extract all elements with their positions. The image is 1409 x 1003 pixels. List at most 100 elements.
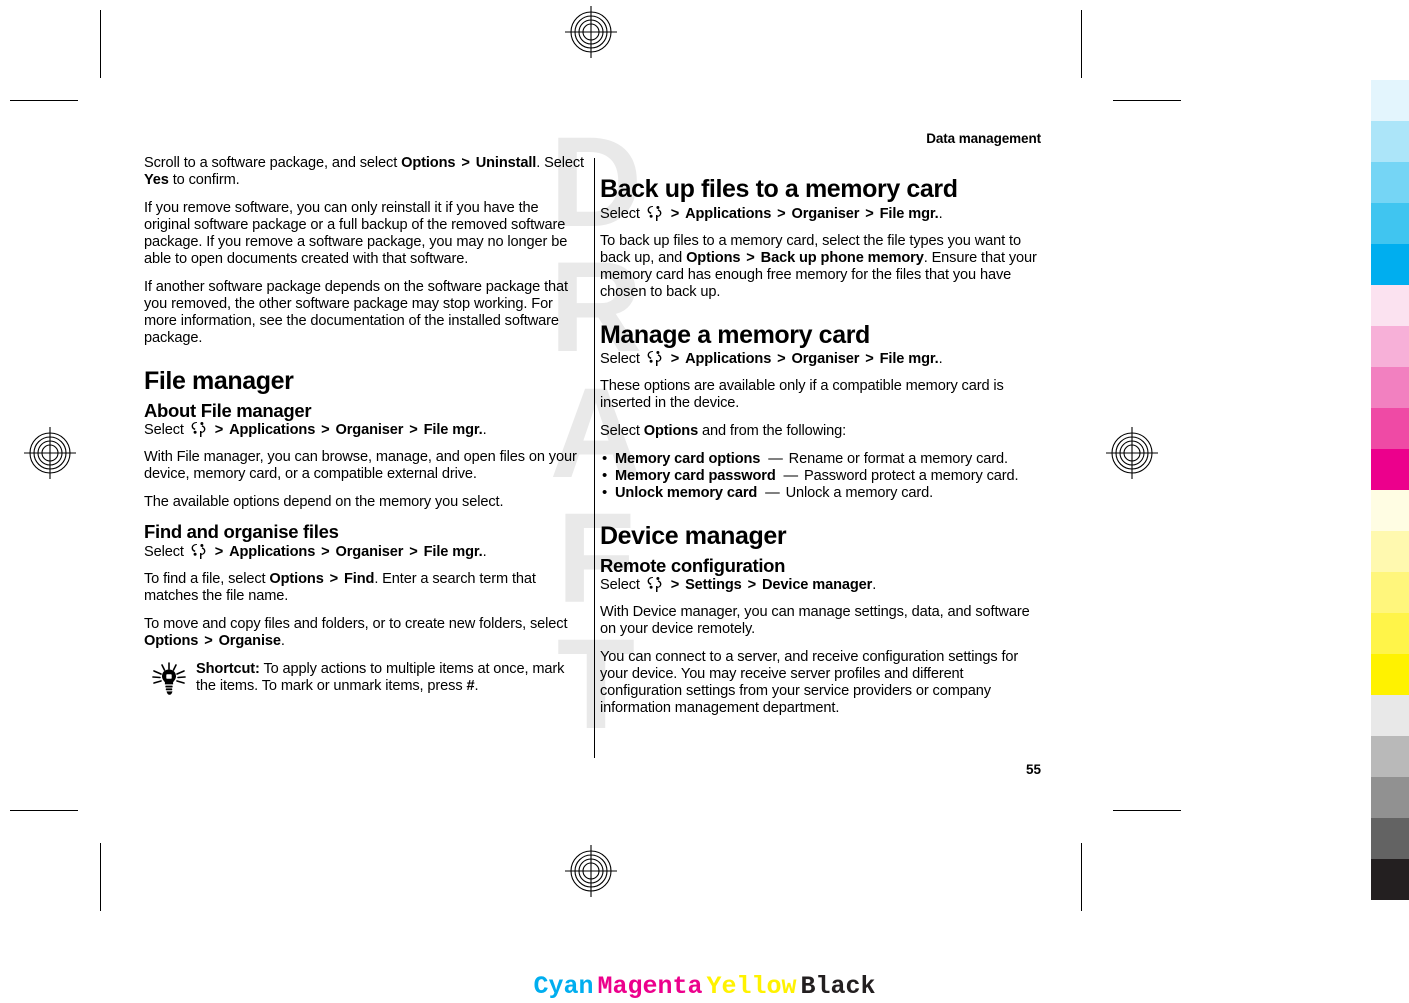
menu-path-suffix: . — [482, 422, 487, 439]
body-text: With File manager, you can browse, manag… — [144, 449, 577, 483]
tip-label: Shortcut: — [196, 660, 260, 677]
path-separator: > — [210, 543, 228, 560]
body-text: You can connect to a server, and receive… — [600, 649, 1019, 717]
menu-path-item: Organiser — [791, 205, 860, 222]
menu-key-icon — [191, 543, 206, 559]
menu-key-icon — [647, 205, 662, 221]
path-separator: > — [743, 577, 760, 594]
body-text: Scroll to a software package, and select — [144, 155, 402, 171]
emphasis-text: Uninstall — [475, 155, 537, 171]
path-separator: > — [317, 543, 334, 560]
menu-path-prefix: Select — [600, 351, 644, 367]
menu-path-item: File mgr. — [423, 543, 483, 560]
em-dash: — — [764, 451, 787, 467]
list-item: Memory card options — Rename or format a… — [600, 450, 1041, 468]
paragraph: Scroll to a software package, and select… — [144, 155, 585, 189]
paragraph: These options are available only if a co… — [600, 378, 1041, 412]
emphasis-text: Options — [401, 155, 456, 171]
path-separator: > — [666, 351, 684, 367]
menu-path-suffix: . — [938, 351, 943, 367]
section-heading: Back up files to a memory card — [600, 175, 958, 203]
emphasis-text: Find — [343, 570, 375, 587]
emphasis-text: Options — [144, 632, 199, 649]
body-text: . — [474, 677, 479, 694]
menu-path-item: Applications — [229, 422, 316, 439]
path-separator: > — [405, 543, 422, 560]
list-item: Memory card password — Password protect … — [600, 467, 1041, 485]
paragraph: To move and copy files and folders, or t… — [144, 616, 585, 650]
path-separator: > — [200, 632, 217, 649]
menu-path-item: Device manager — [761, 577, 873, 594]
column-divider-rule — [594, 158, 596, 758]
path-separator: > — [317, 422, 334, 439]
option-name: Unlock memory card — [615, 485, 758, 501]
emphasis-text: Back up phone memory — [760, 249, 924, 266]
path-separator: > — [666, 205, 684, 222]
page-number: 55 — [1025, 762, 1041, 777]
menu-key-icon — [647, 577, 662, 593]
menu-path-item: Applications — [685, 351, 772, 367]
paragraph: Select Options and from the following: — [600, 423, 1041, 440]
option-description: Password protect a memory card. — [803, 468, 1019, 484]
path-separator: > — [861, 205, 878, 222]
body-text: to confirm. — [168, 172, 240, 188]
emphasis-text: Options — [269, 570, 324, 587]
em-dash: — — [761, 485, 784, 501]
menu-path: Select > Applications > Organiser > File… — [144, 543, 585, 561]
list-item: Unlock memory card — Unlock a memory car… — [600, 484, 1041, 502]
path-separator: > — [773, 205, 790, 222]
paragraph: With Device manager, you can manage sett… — [600, 604, 1041, 638]
menu-path-prefix: Select — [600, 205, 644, 222]
em-dash: — — [779, 468, 802, 484]
body-text: To find a file, select — [144, 570, 270, 587]
body-text: With Device manager, you can manage sett… — [600, 604, 1030, 638]
menu-path-suffix: . — [938, 205, 943, 222]
section-heading: File manager — [144, 367, 294, 395]
left-text-column: Scroll to a software package, and select… — [144, 155, 585, 706]
menu-path-prefix: Select — [144, 422, 188, 439]
body-text: These options are available only if a co… — [600, 378, 1004, 411]
shortcut-tip: Shortcut: To apply actions to multiple i… — [144, 661, 585, 695]
menu-path-prefix: Select — [144, 543, 188, 560]
body-text: If you remove software, you can only rei… — [144, 200, 568, 267]
subsection-heading: Find and organise files — [144, 521, 339, 543]
menu-path-item: Applications — [229, 543, 316, 560]
body-text: Select — [600, 423, 644, 439]
path-separator: > — [861, 351, 878, 367]
menu-path: Select > Applications > Organiser > File… — [600, 351, 1041, 368]
body-text: . — [280, 632, 285, 649]
paragraph: To back up files to a memory card, selec… — [600, 233, 1041, 301]
menu-key-icon — [191, 422, 206, 438]
menu-path-item: File mgr. — [879, 351, 939, 367]
path-separator: > — [210, 422, 228, 439]
paragraph: With File manager, you can browse, manag… — [144, 449, 585, 483]
body-text: To move and copy files and folders, or t… — [144, 615, 568, 632]
paragraph: If you remove software, you can only rei… — [144, 200, 585, 268]
option-description: Unlock a memory card. — [785, 485, 934, 501]
body-text: If another software package depends on t… — [144, 279, 568, 346]
menu-path-item: Organiser — [335, 422, 404, 439]
paragraph: To find a file, select Options > Find. E… — [144, 571, 585, 605]
emphasis-text: Yes — [144, 172, 169, 188]
menu-path-suffix: . — [872, 577, 877, 594]
body-text: and from the following: — [698, 423, 847, 439]
path-separator: > — [742, 249, 759, 266]
path-separator: > — [666, 577, 684, 594]
path-separator: > — [773, 351, 790, 367]
option-name: Memory card password — [615, 468, 776, 484]
menu-path: Select > Settings > Device manager. — [600, 577, 1041, 594]
menu-path-item: File mgr. — [879, 205, 939, 222]
menu-path-prefix: Select — [600, 577, 644, 594]
path-separator: > — [457, 155, 474, 171]
menu-path-item: Organiser — [791, 351, 860, 367]
menu-path-suffix: . — [482, 543, 487, 560]
option-list: Memory card options — Rename or format a… — [600, 450, 1041, 502]
subsection-heading: Remote configuration — [600, 554, 786, 576]
subsection-heading: About File manager — [144, 399, 312, 421]
paragraph: If another software package depends on t… — [144, 279, 585, 347]
menu-path-item: Applications — [685, 205, 772, 222]
body-text: . Select — [536, 155, 584, 171]
emphasis-text: Options — [686, 249, 741, 266]
option-name: Memory card options — [615, 451, 761, 467]
paragraph: The available options depend on the memo… — [144, 494, 585, 511]
